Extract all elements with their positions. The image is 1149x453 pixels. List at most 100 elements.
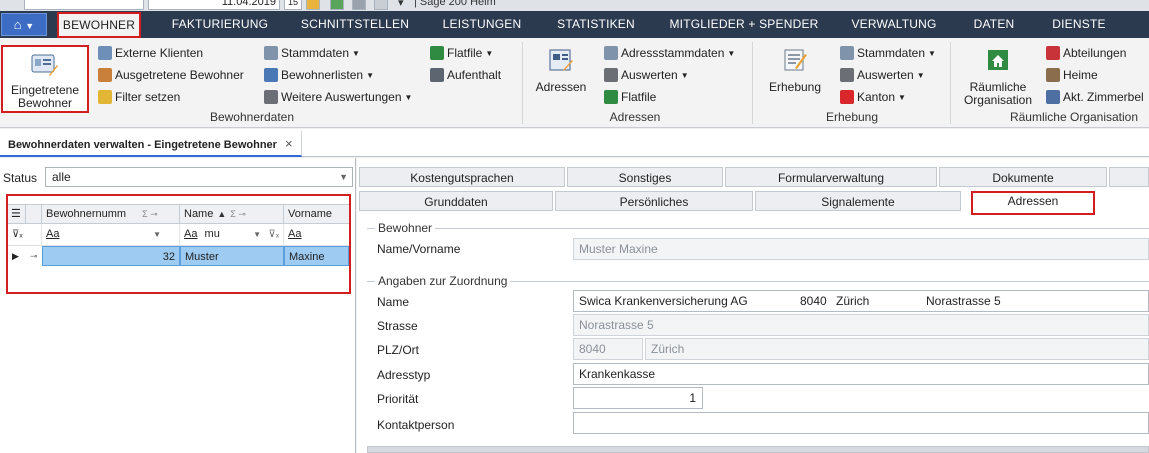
kanton-dropdown[interactable]: Kanton ▼ — [840, 87, 906, 107]
flatfile-dropdown[interactable]: Flatfile ▼ — [430, 43, 493, 63]
master-data-icon — [840, 46, 854, 60]
tab-dokumente[interactable]: Dokumente — [939, 167, 1107, 187]
tab-mitglieder-spender[interactable]: MITGLIEDER + SPENDER — [660, 11, 828, 38]
clear-filter-icon[interactable]: ⊽ₓ — [268, 224, 279, 245]
tab-daten[interactable]: DATEN — [960, 11, 1028, 38]
excel-icon[interactable] — [330, 0, 344, 10]
aufenthalt-button[interactable]: Aufenthalt — [430, 65, 501, 85]
chevron-down-icon: ▼ — [727, 49, 736, 58]
strasse-field[interactable]: Norastrasse 5 — [573, 314, 1149, 336]
name-lookup-field[interactable]: Swica Krankenversicherung AG 8040 Zürich No… — [573, 290, 1149, 312]
tools-icon[interactable] — [352, 0, 366, 10]
status-select[interactable]: alle ▼ — [45, 167, 353, 187]
document-tab-bewohnerdaten[interactable]: Bewohnerdaten verwalten - Eingetretene B… — [0, 131, 302, 157]
filter-cell-vorname[interactable]: Aa — [284, 224, 349, 245]
kontaktperson-label: Kontaktperson — [377, 418, 455, 432]
heime-button[interactable]: Heime — [1046, 65, 1098, 85]
erhebung-button[interactable]: Erhebung — [762, 46, 828, 106]
tab-bewohner[interactable]: BEWOHNER — [57, 12, 141, 38]
printer-icon — [840, 68, 854, 82]
survey-icon — [784, 49, 807, 71]
abteilungen-button[interactable]: Abteilungen — [1046, 43, 1126, 63]
chevron-down-icon: ▼ — [928, 49, 936, 58]
adresstyp-field[interactable]: Krankenkasse — [573, 363, 1149, 385]
ribbon-panel: Eingetretene Bewohner Externe Klienten A… — [0, 38, 1149, 128]
column-chooser-icon[interactable]: ☰ — [8, 205, 26, 224]
adressen-label: Adressen — [535, 80, 587, 94]
department-icon — [1046, 46, 1060, 60]
folder-icon[interactable] — [306, 0, 320, 10]
column-header-vorname[interactable]: Vorname — [284, 205, 349, 224]
filter-cell-bewohnernummer[interactable]: Aa ▼ — [42, 224, 180, 245]
ausgetretene-bewohner-button[interactable]: Ausgetretene Bewohner — [98, 65, 244, 85]
dropdown-icon[interactable]: ▾ — [398, 0, 404, 9]
status-label: Status — [3, 171, 38, 185]
tab-overflow[interactable] — [1109, 167, 1149, 187]
stammdaten-dropdown[interactable]: Stammdaten ▼ — [264, 43, 360, 63]
clear-filter-icon[interactable]: ⊽ₓ — [8, 224, 42, 245]
tab-leistungen[interactable]: LEISTUNGEN — [432, 11, 532, 38]
bewohnerlisten-dropdown[interactable]: Bewohnerlisten ▼ — [264, 65, 374, 85]
erhebung-stammdaten-dropdown[interactable]: Stammdaten ▼ — [840, 43, 936, 63]
top-input-blank[interactable] — [24, 0, 144, 10]
kontaktperson-field[interactable] — [573, 412, 1149, 434]
prioritaet-field[interactable]: 1 — [573, 387, 703, 409]
tab-formularverwaltung[interactable]: Formularverwaltung — [725, 167, 937, 187]
date-field[interactable]: 11.04.2019 — [148, 0, 280, 10]
weitere-auswertungen-dropdown[interactable]: Weitere Auswertungen ▼ — [264, 87, 412, 107]
tab-sonstiges[interactable]: Sonstiges — [567, 167, 723, 187]
column-header-name[interactable]: Name ▲ Σ ⊸ — [180, 205, 284, 224]
tab-signalemente[interactable]: Signalemente — [755, 191, 961, 211]
name-vorname-field[interactable]: Muster Maxine — [573, 238, 1149, 260]
calendar-icon[interactable]: 15 — [284, 0, 302, 10]
group-label-raeumliche: Räumliche Organisation — [1009, 110, 1139, 124]
list-icon — [264, 68, 278, 82]
ort-field[interactable]: Zürich — [645, 338, 1149, 360]
tab-schnittstellen[interactable]: SCHNITTSTELLEN — [292, 11, 418, 38]
adressen-auswerten-dropdown[interactable]: Auswerten ▼ — [604, 65, 689, 85]
prioritaet-label: Priorität — [377, 392, 419, 406]
tab-kostengutsprachen[interactable]: Kostengutsprachen — [359, 167, 565, 187]
home-icon: ⌂ — [13, 17, 22, 32]
sum-pin-icon: Σ ⊸ — [230, 209, 246, 219]
excel-icon — [430, 46, 444, 60]
raeumliche-organisation-button[interactable]: Räumliche Organisation — [958, 46, 1038, 108]
chevron-down-icon: ▼ — [352, 49, 360, 58]
cell-vorname[interactable]: Maxine — [284, 246, 349, 266]
cell-name[interactable]: Muster — [180, 246, 284, 266]
externe-klienten-button[interactable]: Externe Klienten — [98, 43, 203, 63]
adressen-button[interactable]: Adressen — [530, 46, 592, 106]
filter-cell-name[interactable]: Aa mu ▼ ⊽ₓ — [180, 224, 284, 245]
section-title-zuordnung: Angaben zur Zuordnung — [375, 274, 511, 288]
chevron-down-icon: ▼ — [680, 71, 689, 80]
cell-bewohnernummer[interactable]: 32 — [42, 246, 180, 266]
tab-grunddaten[interactable]: Grunddaten — [359, 191, 553, 211]
close-icon[interactable]: × — [285, 136, 293, 151]
tab-verwaltung[interactable]: VERWALTUNG — [840, 11, 948, 38]
tab-statistiken[interactable]: STATISTIKEN — [546, 11, 646, 38]
tab-fakturierung[interactable]: FAKTURIERUNG — [160, 11, 280, 38]
column-header-bewohnernummer[interactable]: Bewohnernumm Σ ⊸ — [42, 205, 180, 224]
group-divider — [950, 42, 951, 124]
tab-dienste[interactable]: DIENSTE — [1036, 11, 1122, 38]
tab-persoenliches[interactable]: Persönliches — [555, 191, 753, 211]
row-indicator-icon: ▶ — [12, 251, 19, 261]
grid-filter-row: ⊽ₓ Aa ▼ Aa mu ▼ ⊽ₓ Aa — [8, 224, 349, 246]
adressen-flatfile-button[interactable]: Flatfile — [604, 87, 656, 107]
eingetretene-bewohner-button[interactable]: Eingetretene Bewohner — [1, 45, 89, 113]
ribbon-tab-bar: ⌂ ▼ BEWOHNER FAKTURIERUNG SCHNITTSTELLEN… — [0, 11, 1149, 38]
tab-adressen[interactable]: Adressen — [971, 191, 1095, 215]
resident-detail-panel: Kostengutsprachen Sonstiges Formularverw… — [357, 158, 1149, 453]
bottom-scrollbar[interactable] — [367, 446, 1149, 453]
akt-zimmerbelegung-button[interactable]: Akt. Zimmerbel — [1046, 87, 1144, 107]
table-row[interactable]: ▶ ⊸ 32 Muster Maxine — [8, 246, 349, 266]
filter-setzen-button[interactable]: Filter setzen — [98, 87, 180, 107]
section-title-bewohner: Bewohner — [375, 221, 436, 235]
building-icon — [430, 68, 444, 82]
big-button-line2: Bewohner — [17, 96, 73, 110]
refresh-icon[interactable] — [374, 0, 388, 10]
erhebung-auswerten-dropdown[interactable]: Auswerten ▼ — [840, 65, 925, 85]
plz-field[interactable]: 8040 — [573, 338, 643, 360]
adressstammdaten-dropdown[interactable]: Adressstammdaten ▼ — [604, 43, 735, 63]
app-menu-button[interactable]: ⌂ ▼ — [1, 13, 47, 36]
